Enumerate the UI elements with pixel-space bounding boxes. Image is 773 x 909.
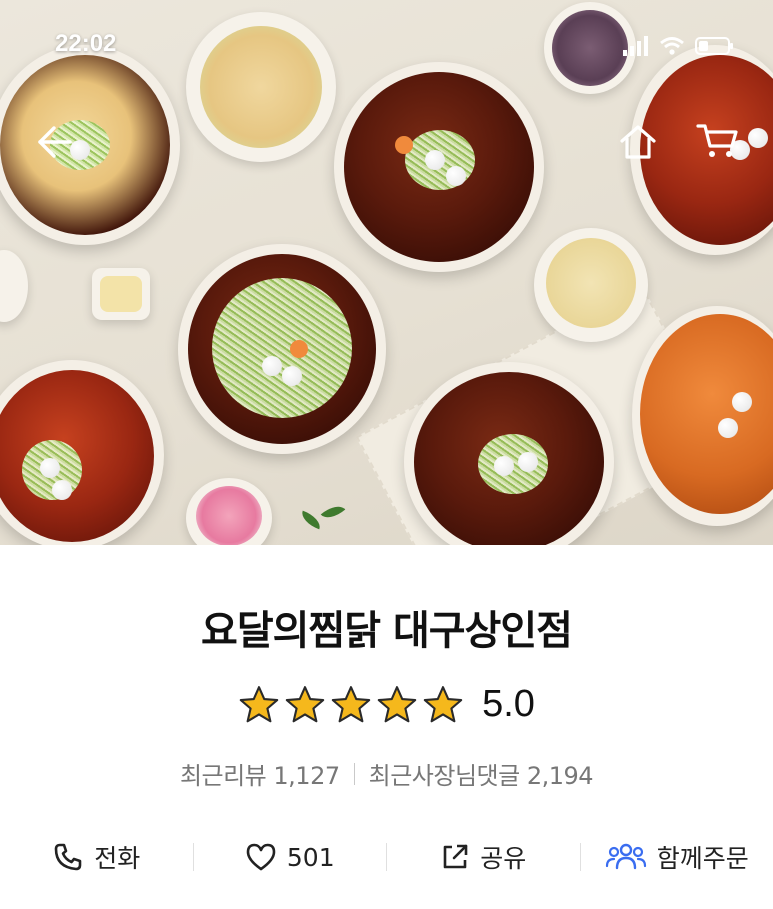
share-label: 공유 <box>480 844 527 873</box>
quail-egg <box>518 452 538 472</box>
store-action-bar: 전화 501 공유 함께주문 <box>0 832 773 882</box>
battery-icon <box>695 36 735 60</box>
quail-egg <box>52 480 72 500</box>
star-icon <box>331 685 371 722</box>
carrot-flower <box>290 340 308 358</box>
star-icon <box>377 685 417 722</box>
rice-fill <box>552 10 628 86</box>
store-hero-image <box>0 0 773 545</box>
rating-value: 5.0 <box>482 683 535 725</box>
recent-reviews-link[interactable]: 최근리뷰 1,127 <box>180 756 340 791</box>
home-icon <box>620 125 656 159</box>
status-icons <box>623 36 735 60</box>
back-button[interactable] <box>32 120 76 164</box>
phone-icon <box>52 841 84 873</box>
recent-reviews-count: 1,127 <box>273 762 340 790</box>
recent-reviews-label: 최근리뷰 <box>179 762 267 790</box>
basil-leaf <box>298 510 324 530</box>
star-icon <box>423 685 463 722</box>
group-order-button[interactable]: 함께주문 <box>581 839 773 875</box>
like-button[interactable]: 501 <box>194 842 387 872</box>
call-label: 전화 <box>94 844 141 873</box>
signal-icon <box>623 36 649 60</box>
radish-fill <box>196 486 262 545</box>
quail-egg <box>40 458 60 478</box>
quail-egg <box>718 418 738 438</box>
sauce-fill <box>546 238 636 328</box>
back-arrow-icon <box>38 126 72 158</box>
group-users-icon <box>605 842 647 872</box>
star-icon <box>285 685 325 722</box>
quail-egg <box>262 356 282 376</box>
rating-stars <box>238 684 464 726</box>
cart-icon <box>696 124 738 157</box>
recent-replies-link[interactable]: 최근사장님댓글 2,194 <box>368 756 594 791</box>
wifi-icon <box>659 36 685 60</box>
rating-row: 5.0 <box>0 683 773 726</box>
basil-leaf <box>320 500 346 524</box>
like-count: 501 <box>286 842 335 872</box>
status-time: 22:02 <box>55 30 117 57</box>
quail-egg <box>282 366 302 386</box>
pickle-fill <box>100 276 142 312</box>
group-order-label: 함께주문 <box>656 844 749 873</box>
share-icon <box>440 842 470 872</box>
home-button[interactable] <box>616 120 660 164</box>
store-name: 요달의찜닭 대구상인점 <box>201 608 573 654</box>
food-garnish <box>212 278 352 418</box>
review-divider <box>353 762 355 785</box>
heart-icon <box>245 842 277 872</box>
quail-egg <box>425 150 445 170</box>
quail-egg <box>446 166 466 186</box>
cart-button[interactable] <box>696 118 740 162</box>
recent-replies-count: 2,194 <box>526 762 594 790</box>
carrot-flower <box>395 136 413 154</box>
call-button[interactable]: 전화 <box>0 839 193 875</box>
quail-egg <box>732 392 752 412</box>
review-stats: 최근리뷰 1,127 최근사장님댓글 2,194 <box>0 756 773 791</box>
quail-egg <box>494 456 514 476</box>
quail-egg <box>748 128 768 148</box>
side-dish-fill <box>200 26 322 148</box>
share-button[interactable]: 공유 <box>387 839 580 875</box>
recent-replies-label: 최근사장님댓글 <box>368 762 521 790</box>
star-icon <box>239 685 279 722</box>
side-dish <box>0 250 28 322</box>
